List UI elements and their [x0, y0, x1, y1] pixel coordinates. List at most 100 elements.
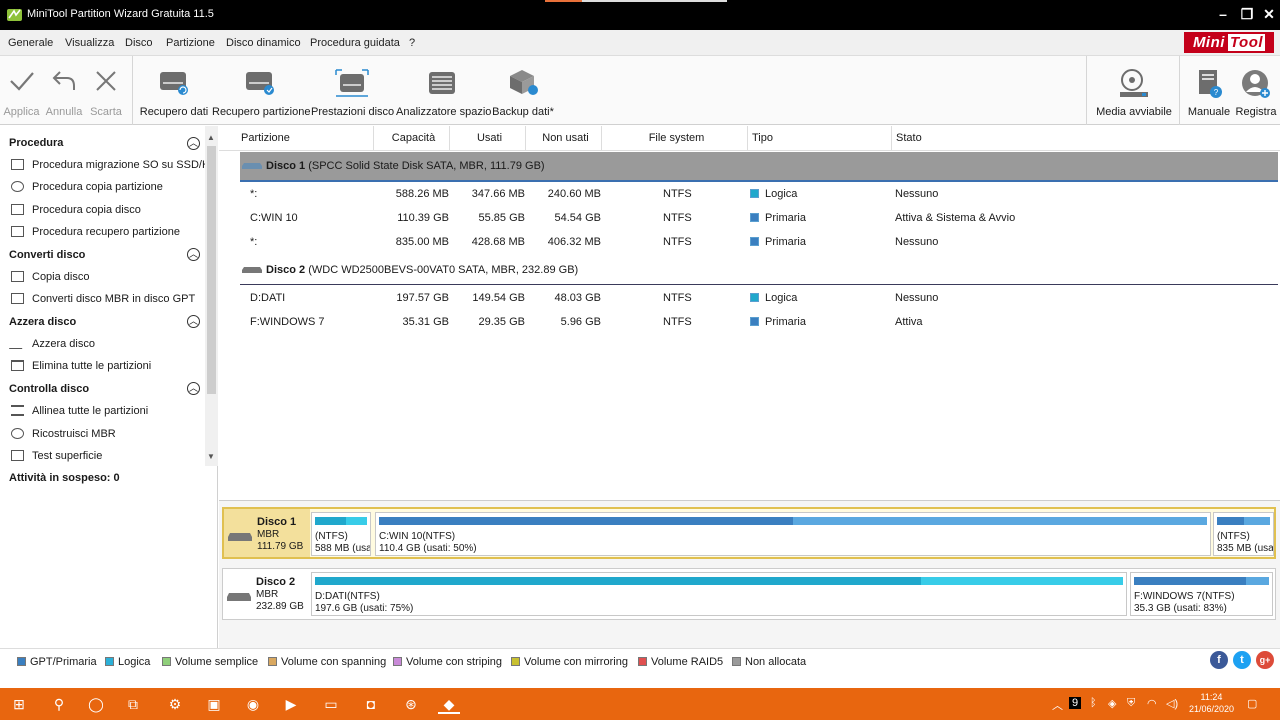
app-window-icon[interactable]: ▭ [320, 694, 342, 714]
col-stato[interactable]: Stato [892, 126, 1280, 150]
toolbar-divider [132, 56, 133, 125]
ssd-icon [242, 163, 262, 169]
google-plus-icon[interactable]: g+ [1256, 651, 1274, 669]
menu-generale[interactable]: Generale [8, 37, 53, 49]
cell-unused: 406.32 MB [547, 236, 601, 248]
disk-benchmark-icon [335, 69, 369, 97]
col-file-system[interactable]: File system [602, 126, 748, 150]
search-icon[interactable]: ⚲ [48, 694, 70, 714]
partition-label: (NTFS) [315, 531, 348, 542]
space-analyzer-button[interactable]: Analizzatore spazio [396, 56, 491, 125]
sidebar-item-wipe-disk[interactable]: Azzera disco [8, 338, 95, 350]
partition-block[interactable]: F:WINDOWS 7(NTFS) 35.3 GB (usati: 83%) [1130, 572, 1273, 616]
legend: GPT/Primaria Logica Volume semplice Volu… [0, 648, 1280, 688]
usage-bar [379, 517, 1207, 525]
partition-recovery-button[interactable]: Recupero partizione [212, 56, 310, 125]
security-shield-icon[interactable]: ⛨ [1127, 697, 1135, 710]
partition-block[interactable]: C:WIN 10(NTFS) 110.4 GB (usati: 50%) [375, 512, 1211, 556]
backup-button[interactable]: Backup dati* [491, 56, 555, 125]
sidebar-item-partition-recovery[interactable]: Procedura recupero partizione [11, 226, 180, 238]
media-player-icon[interactable]: ▶ [280, 694, 302, 714]
cell-partition: F:WINDOWS 7 [250, 316, 325, 328]
menu-help[interactable]: ? [409, 37, 415, 49]
disk-row-2[interactable]: Disco 2 (WDC WD2500BEVS-00VAT0 SATA, MBR… [240, 258, 1278, 282]
legend-label: Logica [118, 656, 151, 668]
partition-block[interactable]: (NTFS) 835 MB (usa [1213, 512, 1274, 556]
menu-disco-dinamico[interactable]: Disco dinamico [226, 37, 301, 49]
col-partizione[interactable]: Partizione [237, 126, 374, 150]
minimize-icon[interactable]: – [1214, 5, 1232, 23]
sidebar-item-surface-test[interactable]: Test superficie [11, 450, 102, 462]
col-tipo[interactable]: Tipo [748, 126, 892, 150]
diskmap-disk-2[interactable]: Disco 2 MBR 232.89 GB D:DATI(NTFS) 197.6… [222, 568, 1276, 620]
manual-button[interactable]: ? Manuale [1185, 56, 1233, 125]
register-button[interactable]: Registra [1234, 56, 1278, 125]
table-row[interactable]: *: 835.00 MB 428.68 MB 406.32 MB NTFS Pr… [240, 230, 1278, 254]
sidebar-item-rebuild-mbr[interactable]: Ricostruisci MBR [11, 428, 116, 440]
collapse-chevron-icon[interactable]: ︿ [187, 315, 200, 328]
menu-partizione[interactable]: Partizione [166, 37, 215, 49]
twitter-icon[interactable]: t [1233, 651, 1251, 669]
legend-label: Volume con mirroring [524, 656, 628, 668]
windows-start-icon[interactable]: ⊞ [8, 694, 30, 714]
sidebar-item-convert-mbr-gpt[interactable]: Converti disco MBR in disco GPT [11, 293, 195, 305]
menu-procedura-guidata[interactable]: Procedura guidata [310, 37, 400, 49]
trash-icon [11, 360, 24, 371]
table-row[interactable]: D:DATI 197.57 GB 149.54 GB 48.03 GB NTFS… [240, 286, 1278, 310]
facebook-icon[interactable]: f [1210, 651, 1228, 669]
sidebar-item-copy-partition[interactable]: Procedura copia partizione [11, 181, 163, 193]
notifications-icon[interactable]: ▢ [1247, 697, 1257, 710]
sidebar-item-copy-disk-2[interactable]: Copia disco [11, 271, 89, 283]
partition-size: 35.3 GB (usati: 83%) [1134, 603, 1227, 614]
table-row[interactable]: *: 588.26 MB 347.66 MB 240.60 MB NTFS Lo… [240, 182, 1278, 206]
bootable-media-button[interactable]: Media avviabile [1092, 56, 1176, 125]
table-row[interactable]: F:WINDOWS 7 35.31 GB 29.35 GB 5.96 GB NT… [240, 310, 1278, 334]
partition-block[interactable]: D:DATI(NTFS) 197.6 GB (usati: 75%) [311, 572, 1127, 616]
firefox-icon[interactable]: ◉ [242, 694, 264, 714]
system-clock[interactable]: 11:24 21/06/2020 [1189, 691, 1234, 715]
col-capacita[interactable]: Capacità [374, 126, 450, 150]
partition-wizard-taskbar-icon[interactable]: ◆ [438, 694, 460, 714]
sidebar-item-copy-disk[interactable]: Procedura copia disco [11, 204, 141, 216]
cell-fs: NTFS [663, 236, 692, 248]
bluetooth-icon[interactable]: ᛒ [1090, 697, 1097, 709]
disk-row-1[interactable]: Disco 1 (SPCC Solid State Disk SATA, MBR… [240, 152, 1278, 182]
settings-gear-icon[interactable]: ⚙ [164, 694, 186, 714]
sidebar-scroll-thumb[interactable] [207, 146, 216, 394]
control-panel-icon[interactable]: ▣ [203, 694, 225, 714]
app-red-icon[interactable]: ◘ [360, 694, 382, 714]
disk-benchmark-button[interactable]: Prestazioni disco [311, 56, 394, 125]
discard-button[interactable]: Scarta [85, 56, 127, 125]
network-icon[interactable]: ◠ [1147, 697, 1157, 710]
collapse-chevron-icon[interactable]: ︿ [187, 382, 200, 395]
tray-badge[interactable]: 9 [1069, 697, 1082, 709]
task-view-icon[interactable]: ⧉ [122, 694, 144, 714]
scroll-down-icon[interactable]: ▼ [207, 452, 215, 461]
maximize-icon[interactable]: ❐ [1238, 5, 1256, 23]
collapse-chevron-icon[interactable]: ︿ [187, 137, 200, 150]
col-non-usati[interactable]: Non usati [526, 126, 602, 150]
tray-app-icon[interactable]: ◈ [1108, 697, 1116, 710]
lifebuoy-icon[interactable]: ⊛ [400, 694, 422, 714]
diskmap-disk-1[interactable]: Disco 1 MBR 111.79 GB (NTFS) 588 MB (usa… [222, 507, 1276, 559]
close-icon[interactable]: ✕ [1260, 5, 1278, 23]
data-recovery-button[interactable]: Recupero dati [139, 56, 209, 125]
tray-chevron-up-icon[interactable]: ︿ [1052, 697, 1063, 713]
scroll-up-icon[interactable]: ▲ [207, 133, 215, 142]
sidebar-item-migrate-os[interactable]: Procedura migrazione SO su SSD/HD [11, 159, 218, 171]
legend-label: Non allocata [745, 656, 807, 668]
table-row[interactable]: C:WIN 10 110.39 GB 55.85 GB 54.54 GB NTF… [240, 206, 1278, 230]
menu-visualizza[interactable]: Visualizza [65, 37, 114, 49]
volume-icon[interactable]: ◁) [1166, 697, 1178, 710]
col-usati[interactable]: Usati [450, 126, 526, 150]
partition-block[interactable]: (NTFS) 588 MB (usa [311, 512, 371, 556]
undo-button[interactable]: Annulla [43, 56, 85, 125]
collapse-chevron-icon[interactable]: ︿ [187, 248, 200, 261]
cell-used: 29.35 GB [478, 316, 525, 328]
sidebar-item-delete-all[interactable]: Elimina tutte le partizioni [11, 360, 151, 372]
legend-swatch [17, 657, 26, 666]
sidebar-item-align[interactable]: Allinea tutte le partizioni [11, 405, 148, 417]
apply-button[interactable]: Applica [0, 56, 43, 125]
cortana-icon[interactable]: ◯ [85, 694, 107, 714]
menu-disco[interactable]: Disco [125, 37, 153, 49]
